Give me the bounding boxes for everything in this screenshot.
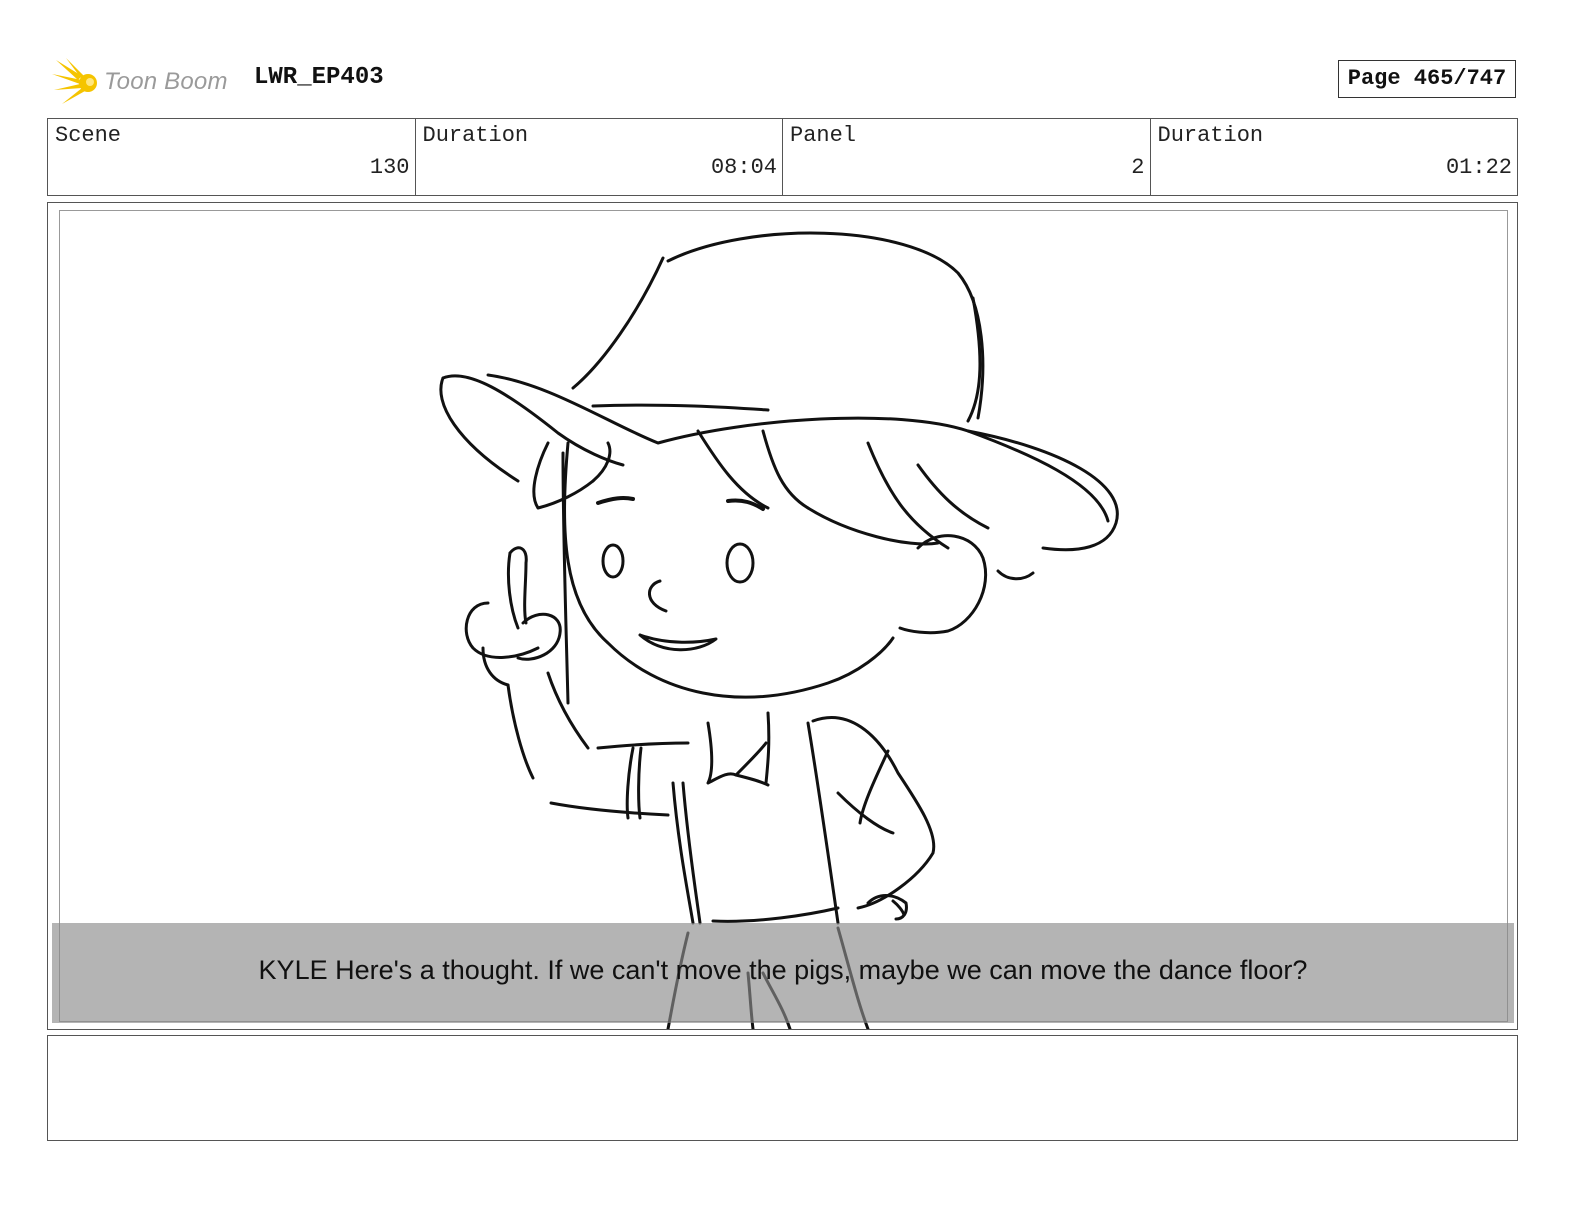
left-eye bbox=[601, 543, 625, 579]
scene-duration-cell: Duration 08:04 bbox=[416, 119, 783, 195]
toon-boom-logo: Toon Boom bbox=[52, 56, 242, 108]
caption-band: KYLE Here's a thought. If we can't move … bbox=[52, 923, 1514, 1023]
hat-brim bbox=[591, 403, 770, 412]
notes-box bbox=[47, 1035, 1518, 1141]
nose bbox=[648, 579, 668, 613]
panel-value: 2 bbox=[1131, 155, 1145, 180]
panel-duration-label: Duration bbox=[1157, 123, 1264, 148]
scene-duration-value: 08:04 bbox=[710, 155, 777, 180]
mouth bbox=[638, 633, 718, 652]
panel-label: Panel bbox=[790, 123, 857, 148]
project-title: LWR_EP403 bbox=[254, 64, 384, 91]
character-sketch bbox=[439, 231, 1119, 1029]
storyboard-panel: KYLE Here's a thought. If we can't move … bbox=[47, 202, 1518, 1030]
ear bbox=[898, 534, 988, 635]
scene-info-row: Scene 130 Duration 08:04 Panel 2 Duratio… bbox=[47, 118, 1518, 196]
hat-crown bbox=[666, 231, 985, 420]
panel-duration-cell: Duration 01:22 bbox=[1151, 119, 1518, 195]
scene-duration-label: Duration bbox=[422, 123, 529, 148]
logo-text: Toon Boom bbox=[104, 68, 228, 95]
panel-cell: Panel 2 bbox=[783, 119, 1151, 195]
right-eye bbox=[725, 542, 755, 584]
raised-hand bbox=[506, 551, 520, 630]
sunburst-logo-icon bbox=[52, 58, 97, 104]
page-indicator: Page 465/747 bbox=[1338, 60, 1516, 98]
dialogue-caption: KYLE Here's a thought. If we can't move … bbox=[258, 955, 1308, 985]
scene-cell: Scene 130 bbox=[48, 119, 416, 195]
panel-duration-value: 01:22 bbox=[1445, 155, 1512, 180]
scene-label: Scene bbox=[55, 123, 122, 148]
scene-value: 130 bbox=[369, 155, 410, 180]
